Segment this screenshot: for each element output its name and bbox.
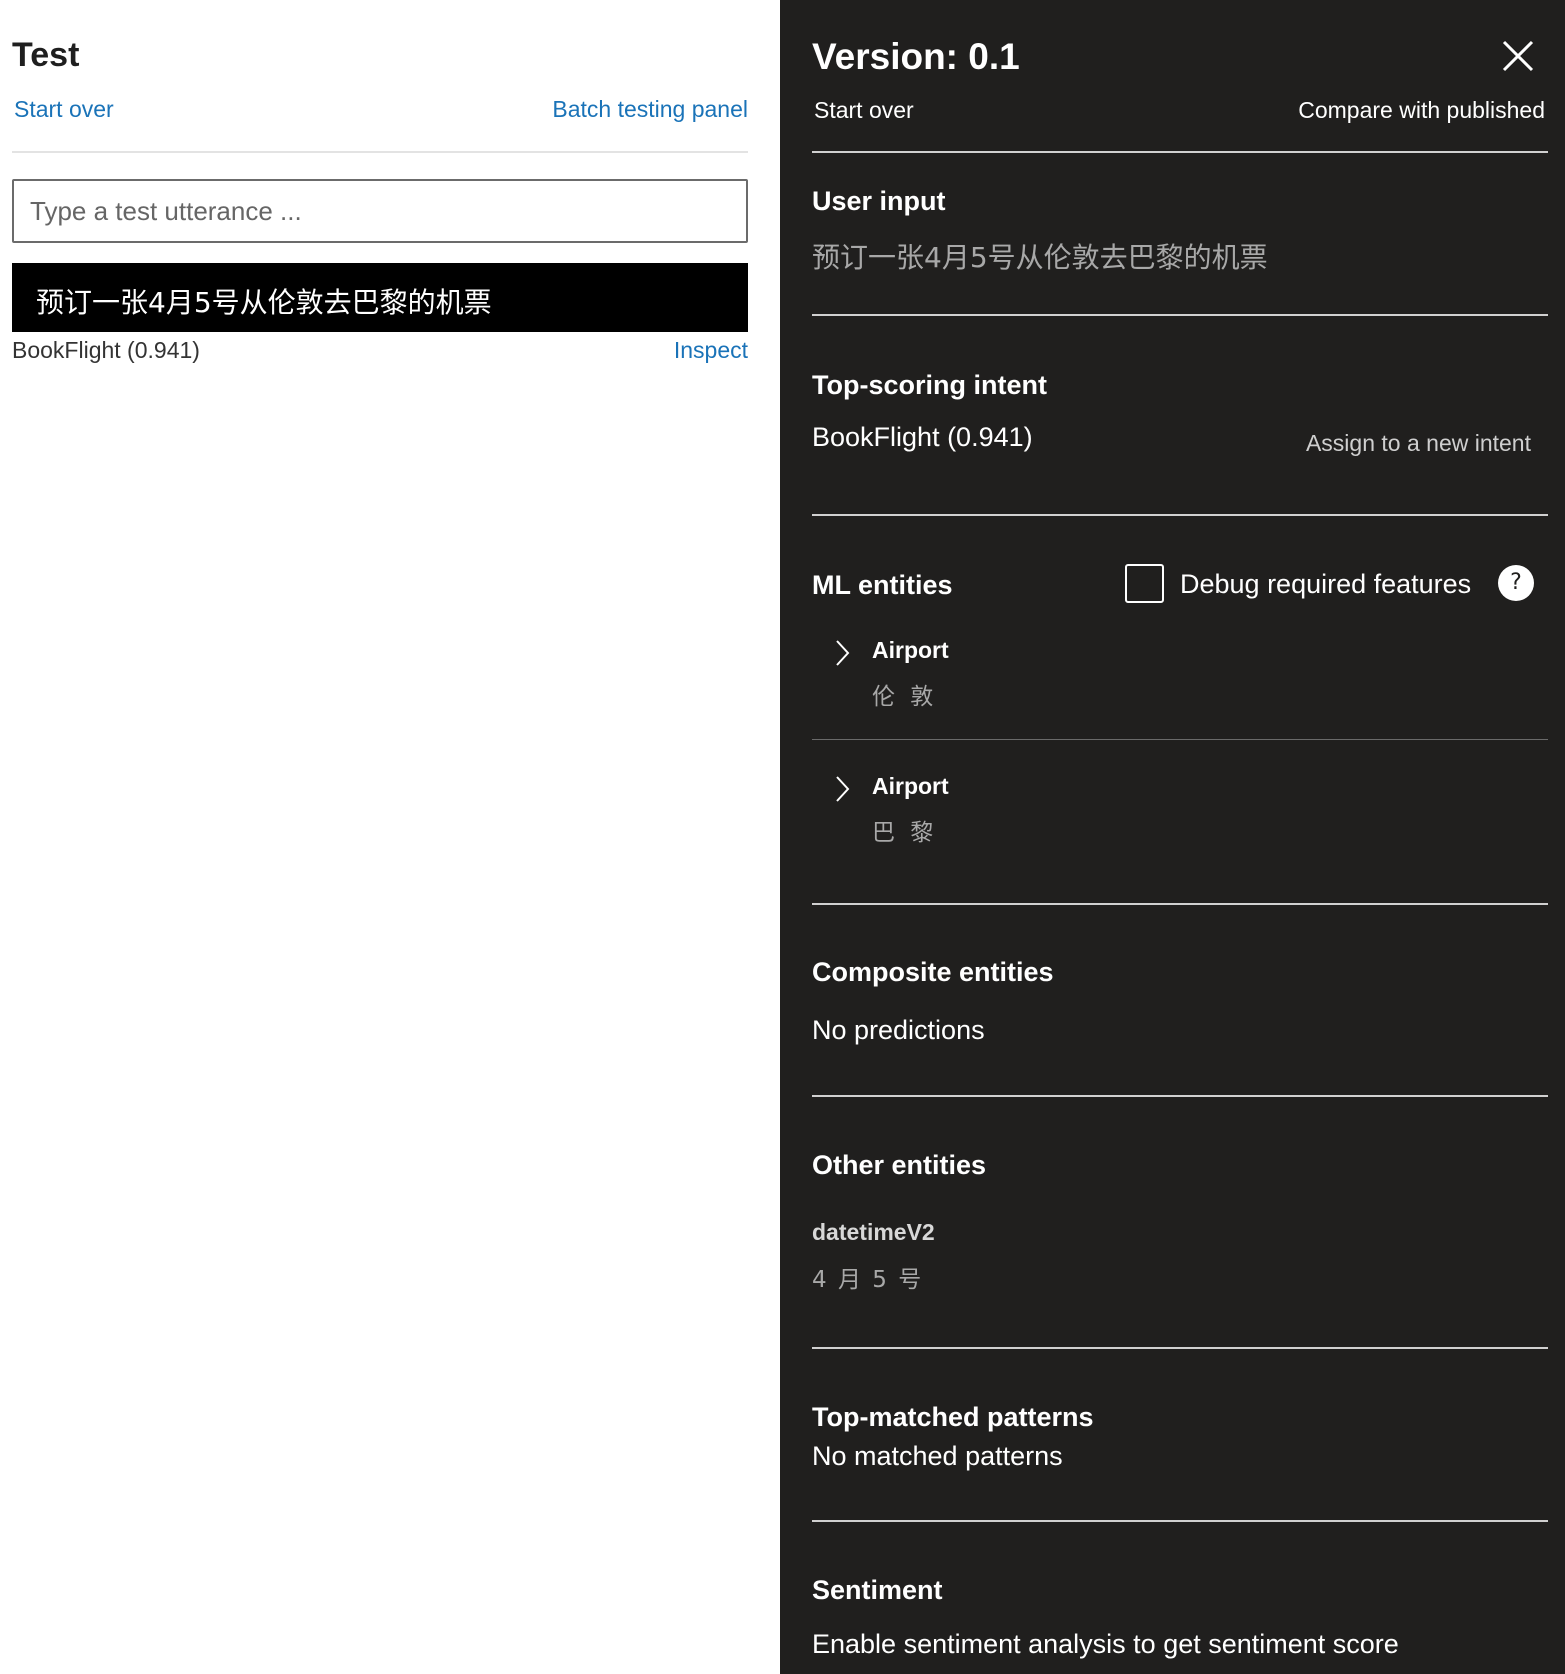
divider — [812, 1095, 1548, 1097]
start-over-link[interactable]: Start over — [14, 96, 114, 123]
test-panel-title: Test — [12, 36, 80, 74]
entity-value: 巴 黎 — [872, 820, 938, 846]
test-panel: Test Start over Batch testing panel 预订一张… — [0, 0, 780, 1674]
sentiment-value: Enable sentiment analysis to get sentime… — [812, 1629, 1399, 1659]
divider — [812, 314, 1548, 316]
inspect-panel: Version: 0.1 Start over Compare with pub… — [780, 0, 1565, 1674]
debug-required-features-label: Debug required features — [1180, 569, 1472, 599]
entity-value: 伦 敦 — [872, 684, 938, 710]
divider — [812, 151, 1548, 153]
ml-entities-heading: ML entities — [812, 570, 953, 600]
entity-name[interactable]: Airport — [872, 773, 949, 800]
other-entities-heading: Other entities — [812, 1150, 987, 1180]
top-intent-heading: Top-scoring intent — [812, 370, 1047, 400]
entity-value: 4 月 5 号 — [812, 1267, 924, 1293]
top-intent-value: BookFlight (0.941) — [812, 422, 1033, 452]
utterance-input[interactable] — [14, 181, 746, 241]
version-title: Version: 0.1 — [812, 36, 1020, 77]
chevron-right-icon[interactable] — [832, 638, 854, 668]
sentiment-heading: Sentiment — [812, 1575, 943, 1605]
divider — [812, 739, 1548, 740]
inspect-start-over-link[interactable]: Start over — [814, 97, 914, 124]
entity-name: datetimeV2 — [812, 1219, 935, 1245]
batch-testing-panel-link[interactable]: Batch testing panel — [552, 96, 748, 123]
divider — [12, 151, 748, 153]
composite-entities-value: No predictions — [812, 1015, 985, 1045]
utterance-input-box — [12, 179, 748, 243]
compare-with-published-link[interactable]: Compare with published — [1298, 97, 1545, 124]
debug-required-features-checkbox[interactable] — [1125, 564, 1164, 603]
user-input-value: 预订一张4月5号从伦敦去巴黎的机票 — [812, 241, 1268, 274]
user-input-heading: User input — [812, 186, 946, 216]
chevron-right-icon[interactable] — [832, 774, 854, 804]
close-icon[interactable] — [1498, 36, 1538, 76]
tested-utterance[interactable]: 预订一张4月5号从伦敦去巴黎的机票 — [12, 263, 748, 332]
divider — [812, 1520, 1548, 1522]
patterns-heading: Top-matched patterns — [812, 1402, 1094, 1432]
assign-new-intent-link[interactable]: Assign to a new intent — [1306, 430, 1531, 457]
divider — [812, 1347, 1548, 1349]
help-icon[interactable]: ? — [1498, 565, 1534, 601]
result-intent: BookFlight (0.941) — [12, 337, 200, 363]
patterns-value: No matched patterns — [812, 1441, 1063, 1471]
entity-name[interactable]: Airport — [872, 637, 949, 664]
divider — [812, 903, 1548, 905]
inspect-link[interactable]: Inspect — [674, 337, 748, 364]
composite-entities-heading: Composite entities — [812, 957, 1054, 987]
divider — [812, 514, 1548, 516]
